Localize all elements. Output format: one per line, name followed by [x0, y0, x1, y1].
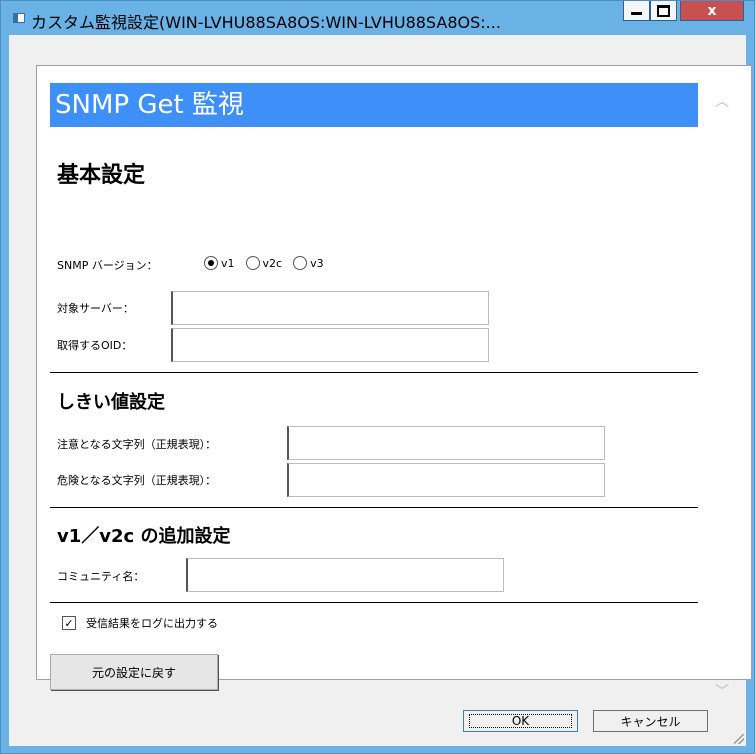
cancel-button[interactable]: キャンセル: [593, 710, 708, 732]
target-server-input[interactable]: [171, 291, 489, 325]
radio-v1-indicator[interactable]: [204, 256, 218, 270]
divider: [50, 372, 698, 373]
settings-panel: SNMP Get 監視 基本設定 SNMP バージョン： v1 v2c v3 対…: [36, 65, 752, 700]
divider: [50, 507, 698, 508]
minimize-icon: [631, 12, 642, 15]
oid-label: 取得するOID：: [57, 339, 133, 352]
snmp-version-radio-group: v1 v2c v3: [204, 256, 335, 270]
warning-pattern-input[interactable]: [287, 426, 605, 460]
radio-v2c-indicator[interactable]: [245, 256, 260, 270]
ok-button-label: OK: [469, 714, 572, 728]
radio-v3-indicator[interactable]: [293, 256, 308, 270]
title-bar[interactable]: カスタム監視設定(WIN-LVHU88SA8OS:WIN-LVHU88SA8OS…: [1, 1, 754, 35]
critical-pattern-input[interactable]: [287, 463, 605, 497]
close-button[interactable]: x: [680, 1, 744, 21]
maximize-icon: [657, 4, 670, 17]
vertical-scrollbar[interactable]: ︿ ﹀: [707, 83, 737, 700]
reset-settings-button[interactable]: 元の設定に戻す: [50, 654, 218, 690]
log-output-label: 受信結果をログに出力する: [86, 617, 218, 630]
section-title-v1v2c: v1／v2c の追加設定: [57, 526, 231, 547]
warning-pattern-label: 注意となる文字列（正規表現）：: [57, 438, 217, 451]
divider: [50, 602, 698, 603]
critical-pattern-label: 危険となる文字列（正規表現）：: [57, 474, 217, 487]
target-server-label: 対象サーバー：: [57, 302, 134, 315]
section-title-basic: 基本設定: [57, 163, 146, 188]
ok-button[interactable]: OK: [463, 710, 578, 732]
chevron-up-icon[interactable]: ︿: [715, 91, 729, 111]
community-name-label: コミュニティ名：: [57, 570, 145, 583]
community-name-input[interactable]: [186, 558, 504, 592]
radio-v2c[interactable]: v2c: [245, 256, 283, 270]
window-icon: [13, 13, 25, 23]
log-output-option[interactable]: ✓ 受信結果をログに出力する: [62, 615, 218, 631]
radio-v1-label: v1: [221, 256, 235, 270]
page-title: SNMP Get 監視: [50, 83, 698, 127]
chevron-down-icon[interactable]: ﹀: [715, 681, 729, 701]
dialog-window: カスタム監視設定(WIN-LVHU88SA8OS:WIN-LVHU88SA8OS…: [0, 0, 755, 754]
radio-v2c-label: v2c: [262, 256, 283, 270]
snmp-version-label: SNMP バージョン：: [57, 259, 158, 272]
close-icon: x: [707, 2, 717, 19]
oid-input[interactable]: [171, 328, 489, 362]
maximize-button[interactable]: [650, 1, 677, 21]
window-title: カスタム監視設定(WIN-LVHU88SA8OS:WIN-LVHU88SA8OS…: [31, 13, 501, 32]
log-output-checkbox[interactable]: ✓: [62, 616, 76, 630]
radio-v3-label: v3: [310, 256, 324, 270]
radio-v1[interactable]: v1: [204, 256, 235, 270]
section-title-threshold: しきい値設定: [57, 392, 165, 413]
dialog-client-area: SNMP Get 監視 基本設定 SNMP バージョン： v1 v2c v3 対…: [9, 35, 752, 746]
radio-v3[interactable]: v3: [293, 256, 324, 270]
resize-grip-icon[interactable]: [734, 734, 744, 744]
minimize-button[interactable]: [623, 1, 650, 21]
